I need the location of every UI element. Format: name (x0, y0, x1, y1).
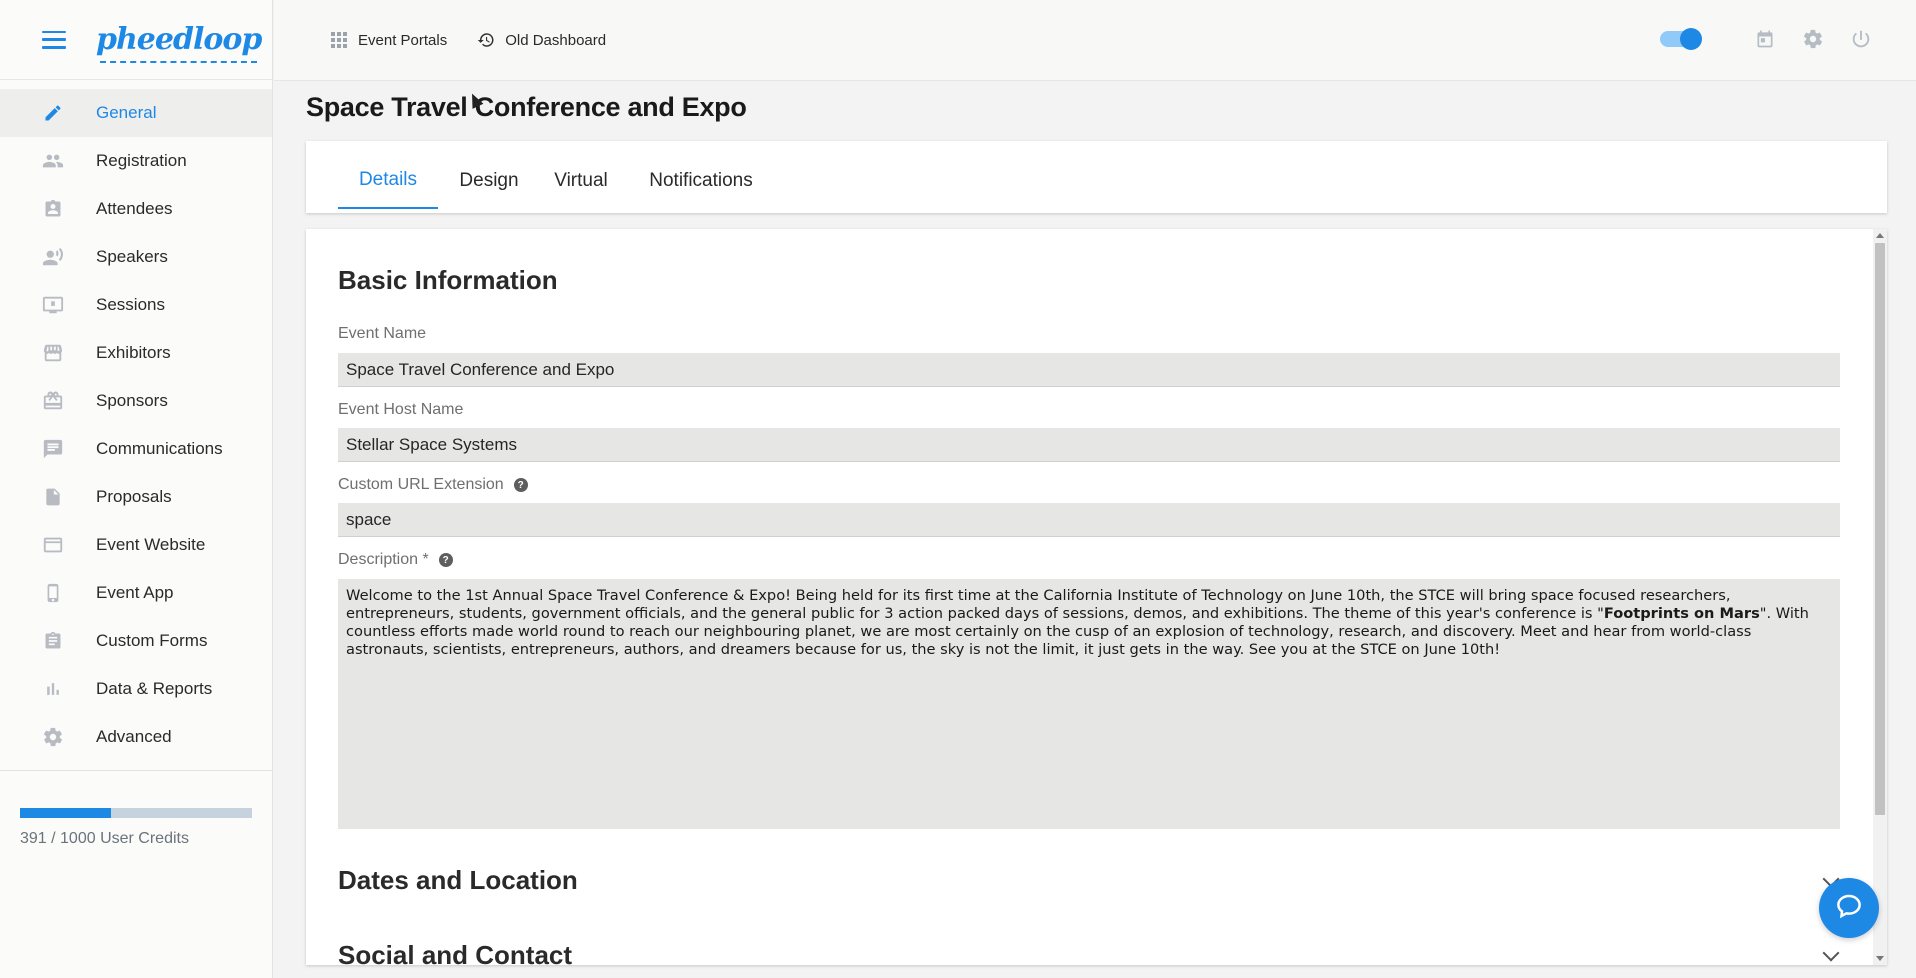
description-label-text: Description * (338, 551, 429, 568)
sidebar-item-label: Custom Forms (96, 631, 208, 650)
chat-bubble-icon (1834, 891, 1864, 926)
description-text-part: Welcome to the 1st Annual Space Travel C… (346, 587, 1731, 622)
document-icon (42, 486, 64, 508)
sidebar-item-label: Event Website (96, 535, 206, 554)
event-host-label-text: Event Host Name (338, 401, 464, 418)
tabs-bar: Details Design Virtual Notifications (306, 141, 1887, 213)
old-dashboard-label: Old Dashboard (505, 31, 607, 49)
sidebar-item-label: General (96, 103, 157, 122)
event-name-input[interactable]: Space Travel Conference and Expo (338, 353, 1840, 387)
sidebar-item-sponsors[interactable]: Sponsors (0, 377, 272, 425)
old-dashboard-link[interactable]: Old Dashboard (477, 31, 606, 49)
sidebar-item-data-reports[interactable]: Data & Reports (0, 665, 272, 713)
sidebar-item-label: Event App (96, 583, 174, 602)
logo[interactable]: pheedloop (96, 22, 262, 63)
presentation-icon (42, 294, 64, 316)
custom-url-label-text: Custom URL Extension (338, 476, 504, 493)
power-icon[interactable] (1850, 28, 1872, 50)
help-icon[interactable]: ? (438, 553, 453, 567)
scroll-down-arrow[interactable] (1876, 956, 1884, 961)
sidebar-item-label: Communications (96, 439, 223, 458)
page-title: Space Travel Conference and Expo (306, 92, 747, 122)
sidebar-item-sessions[interactable]: Sessions (0, 281, 272, 329)
mode-toggle[interactable] (1660, 28, 1702, 50)
chevron-down-icon[interactable] (1822, 944, 1840, 962)
sidebar-item-label: Speakers (96, 247, 168, 266)
sidebar-header: pheedloop (0, 0, 272, 80)
credits-progress-bar (20, 808, 252, 818)
description-textarea[interactable]: Welcome to the 1st Annual Space Travel C… (338, 579, 1840, 829)
tab-virtual[interactable]: Virtual (546, 153, 616, 209)
clipboard-icon (42, 630, 64, 652)
phone-icon (42, 582, 64, 604)
credits-text: 391 / 1000 User Credits (20, 830, 189, 847)
content-scrollbar[interactable] (1873, 229, 1887, 965)
event-portals-link[interactable]: Event Portals (330, 31, 447, 49)
history-icon (477, 31, 495, 49)
details-form-card: Basic Information Event Name Space Trave… (306, 229, 1887, 965)
sidebar-item-event-app[interactable]: Event App (0, 569, 272, 617)
event-host-label: Event Host Name (338, 401, 463, 419)
badge-icon (42, 198, 64, 220)
description-label: Description *? (338, 551, 453, 569)
sidebar-item-label: Advanced (96, 727, 172, 746)
sidebar-item-general[interactable]: General (0, 89, 272, 137)
sidebar-item-exhibitors[interactable]: Exhibitors (0, 329, 272, 377)
sidebar-item-communications[interactable]: Communications (0, 425, 272, 473)
sidebar-item-advanced[interactable]: Advanced (0, 713, 272, 761)
gear-icon (42, 726, 64, 748)
bar-chart-icon (42, 678, 64, 700)
gear-icon[interactable] (1802, 28, 1824, 50)
help-icon[interactable]: ? (513, 478, 528, 492)
gift-icon (42, 390, 64, 412)
menu-icon[interactable] (42, 30, 66, 49)
event-name-label-text: Event Name (338, 325, 427, 342)
custom-url-label: Custom URL Extension? (338, 476, 528, 494)
calendar-icon[interactable] (1754, 28, 1776, 50)
speaker-icon (42, 246, 64, 268)
event-host-input[interactable]: Stellar Space Systems (338, 428, 1840, 462)
sidebar-divider (0, 770, 272, 771)
sidebar-item-label: Registration (96, 151, 187, 170)
top-bar: Event Portals Old Dashboard (274, 0, 1916, 81)
sidebar-item-registration[interactable]: Registration (0, 137, 272, 185)
tab-notifications[interactable]: Notifications (636, 153, 766, 209)
event-name-label: Event Name (338, 325, 426, 343)
sidebar-item-speakers[interactable]: Speakers (0, 233, 272, 281)
sidebar-item-label: Attendees (96, 199, 173, 218)
event-portals-label: Event Portals (358, 31, 448, 49)
people-icon (42, 150, 64, 172)
sidebar-item-label: Exhibitors (96, 343, 171, 362)
pencil-icon (42, 102, 64, 124)
sidebar-item-attendees[interactable]: Attendees (0, 185, 272, 233)
tab-details[interactable]: Details (338, 153, 438, 209)
top-right-actions (1660, 28, 1872, 50)
browser-icon (42, 534, 64, 556)
sidebar-item-event-website[interactable]: Event Website (0, 521, 272, 569)
sidebar-nav: General Registration Attendees Speakers … (0, 89, 272, 761)
support-chat-button[interactable] (1819, 878, 1879, 938)
scroll-up-arrow[interactable] (1876, 233, 1884, 238)
toggle-knob (1680, 28, 1702, 50)
sidebar-item-proposals[interactable]: Proposals (0, 473, 272, 521)
chat-icon (42, 438, 64, 460)
dates-location-heading[interactable]: Dates and Location (338, 865, 578, 896)
sidebar-item-label: Sponsors (96, 391, 168, 410)
social-contact-heading[interactable]: Social and Contact (338, 940, 572, 965)
basic-information-heading: Basic Information (338, 265, 558, 295)
sidebar-item-custom-forms[interactable]: Custom Forms (0, 617, 272, 665)
grid-icon (330, 31, 348, 49)
sidebar-item-label: Data & Reports (96, 679, 213, 698)
sidebar: pheedloop General Registration Attendees… (0, 0, 273, 978)
storefront-icon (42, 342, 64, 364)
sidebar-item-label: Sessions (96, 295, 165, 314)
custom-url-input[interactable]: space (338, 503, 1840, 537)
description-bold-text: Footprints on Mars (1603, 605, 1760, 622)
credits-progress-fill (20, 808, 111, 818)
sidebar-item-label: Proposals (96, 487, 172, 506)
scrollbar-thumb[interactable] (1875, 243, 1885, 815)
tab-design[interactable]: Design (452, 153, 526, 209)
